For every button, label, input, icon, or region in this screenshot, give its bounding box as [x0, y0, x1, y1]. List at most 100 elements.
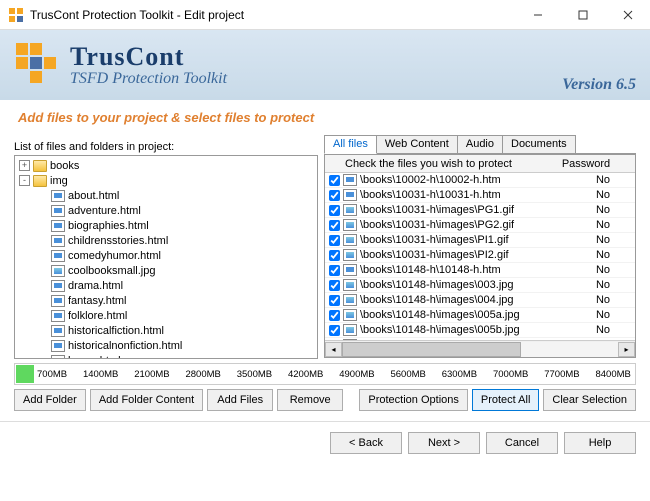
tree-row[interactable]: horror.html — [15, 353, 317, 359]
file-icon — [343, 339, 357, 340]
scroll-right-icon[interactable]: ▸ — [618, 342, 635, 357]
file-icon — [51, 190, 65, 202]
protect-checkbox[interactable] — [329, 325, 340, 336]
password-cell: No — [571, 309, 635, 321]
tree-row[interactable]: childrensstories.html — [15, 233, 317, 248]
tree-row[interactable]: -img — [15, 173, 317, 188]
grid-row[interactable]: \books\10148-h\images\005b.jpgNo — [325, 323, 635, 338]
file-icon — [51, 205, 65, 217]
tree-spacer — [37, 250, 48, 261]
file-tabs: All filesWeb ContentAudioDocuments — [324, 135, 636, 154]
next-button[interactable]: Next > — [408, 432, 480, 454]
password-cell: No — [571, 219, 635, 231]
tree-row[interactable]: adventure.html — [15, 203, 317, 218]
protect-checkbox[interactable] — [329, 280, 340, 291]
ruler-tick: 3500MB — [237, 369, 272, 380]
file-path: \books\10031-h\10031-h.htm — [360, 189, 571, 201]
tree-row[interactable]: about.html — [15, 188, 317, 203]
tree-row[interactable]: comedyhumor.html — [15, 248, 317, 263]
protection-options-button[interactable]: Protection Options — [359, 389, 468, 411]
file-path: \books\10148-h\images\005a.jpg — [360, 309, 571, 321]
tab-all-files[interactable]: All files — [324, 135, 377, 154]
cancel-button[interactable]: Cancel — [486, 432, 558, 454]
collapse-icon[interactable]: - — [19, 175, 30, 186]
file-icon — [51, 325, 65, 337]
tree-spacer — [37, 340, 48, 351]
protect-checkbox[interactable] — [329, 190, 340, 201]
scroll-left-icon[interactable]: ◂ — [325, 342, 342, 357]
grid-row[interactable]: \books\10031-h\images\PG2.gifNo — [325, 218, 635, 233]
grid-row[interactable]: \books\10031-h\10031-h.htmNo — [325, 188, 635, 203]
password-cell: No — [571, 249, 635, 261]
file-icon — [51, 355, 65, 360]
tree-label: books — [50, 160, 79, 172]
back-button[interactable]: < Back — [330, 432, 402, 454]
add-files-button[interactable]: Add Files — [207, 389, 273, 411]
folder-icon — [33, 160, 47, 172]
grid-row[interactable]: \books\10148-h\images\003.jpgNo — [325, 278, 635, 293]
help-button[interactable]: Help — [564, 432, 636, 454]
protect-all-button[interactable]: Protect All — [472, 389, 540, 411]
tree-row[interactable]: coolbooksmall.jpg — [15, 263, 317, 278]
add-folder-button[interactable]: Add Folder — [14, 389, 86, 411]
grid-row[interactable]: \books\10148-h\10148-h.htmNo — [325, 263, 635, 278]
grid-header-password: Password — [554, 158, 618, 170]
password-cell: No — [571, 234, 635, 246]
tree-row[interactable]: historicalfiction.html — [15, 323, 317, 338]
grid-row[interactable]: \books\10031-h\images\PI2.gifNo — [325, 248, 635, 263]
tab-web-content[interactable]: Web Content — [376, 135, 458, 153]
clear-selection-button[interactable]: Clear Selection — [543, 389, 636, 411]
file-icon — [51, 220, 65, 232]
protect-checkbox[interactable] — [329, 250, 340, 261]
titlebar: TrusCont Protection Toolkit - Edit proje… — [0, 0, 650, 30]
file-icon — [51, 340, 65, 352]
expand-icon[interactable]: + — [19, 160, 30, 171]
tree-label: biographies.html — [68, 220, 149, 232]
ruler-tick: 6300MB — [442, 369, 477, 380]
tree-spacer — [37, 295, 48, 306]
password-cell: No — [571, 264, 635, 276]
file-icon — [343, 264, 357, 276]
grid-hscroll[interactable]: ◂ ▸ — [325, 340, 635, 357]
protect-checkbox[interactable] — [329, 235, 340, 246]
tree-label: comedyhumor.html — [68, 250, 161, 262]
grid-row[interactable]: \books\10002-h\10002-h.htmNo — [325, 173, 635, 188]
grid-row[interactable]: \books\10148-h\images\005a.jpgNo — [325, 308, 635, 323]
ruler-tick: 8400MB — [595, 369, 630, 380]
ruler-tick: 7000MB — [493, 369, 528, 380]
grid-row[interactable]: \books\10031-h\images\PI1.gifNo — [325, 233, 635, 248]
protect-checkbox[interactable] — [329, 175, 340, 186]
protect-checkbox[interactable] — [329, 310, 340, 321]
close-button[interactable] — [605, 0, 650, 30]
tree-row[interactable]: historicalnonfiction.html — [15, 338, 317, 353]
protect-checkbox[interactable] — [329, 205, 340, 216]
project-tree[interactable]: + books-imgabout.htmladventure.html biogra… — [14, 155, 318, 359]
password-cell: No — [571, 189, 635, 201]
logo-icon — [14, 41, 62, 89]
tree-row[interactable]: fantasy.html — [15, 293, 317, 308]
brand-subtitle: TSFD Protection Toolkit — [70, 70, 227, 88]
tree-row[interactable]: folklore.html — [15, 308, 317, 323]
maximize-button[interactable] — [560, 0, 605, 30]
protect-checkbox[interactable] — [329, 295, 340, 306]
ruler-tick: 5600MB — [390, 369, 425, 380]
file-path: \books\10148-h\images\003.jpg — [360, 279, 571, 291]
protect-checkbox[interactable] — [329, 220, 340, 231]
tab-documents[interactable]: Documents — [502, 135, 576, 153]
tab-audio[interactable]: Audio — [457, 135, 503, 153]
file-path: \books\10031-h\images\PI2.gif — [360, 249, 571, 261]
grid-row[interactable]: \books\10148-h\images\004.jpgNo — [325, 293, 635, 308]
banner: TrusCont TSFD Protection Toolkit Version… — [0, 30, 650, 100]
file-icon — [343, 174, 357, 186]
tree-row[interactable]: drama.html — [15, 278, 317, 293]
grid-row[interactable]: \books\10031-h\images\PG1.gifNo — [325, 203, 635, 218]
remove-button[interactable]: Remove — [277, 389, 343, 411]
grid-body[interactable]: \books\10002-h\10002-h.htmNo\books\10031… — [325, 173, 635, 340]
minimize-button[interactable] — [515, 0, 560, 30]
protect-checkbox[interactable] — [329, 265, 340, 276]
ruler-tick: 1400MB — [83, 369, 118, 380]
add-folder-content-button[interactable]: Add Folder Content — [90, 389, 203, 411]
tree-spacer — [37, 280, 48, 291]
tree-row[interactable]: + books — [15, 158, 317, 173]
tree-row[interactable]: biographies.html — [15, 218, 317, 233]
